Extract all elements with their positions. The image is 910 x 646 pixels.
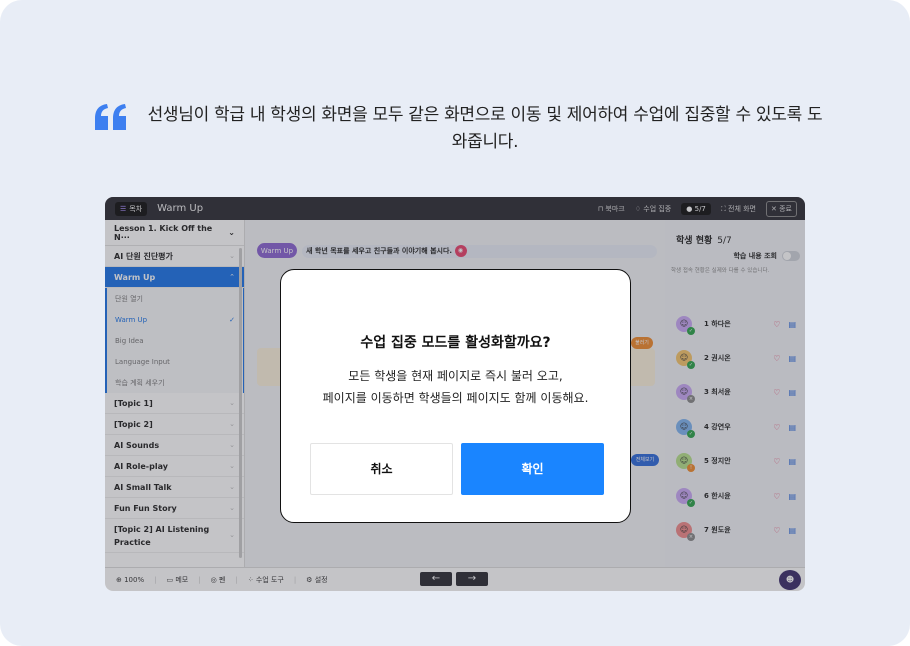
confirm-button[interactable]: 확인 [461,443,604,495]
feature-description: 선생님이 학급 내 학생의 화면을 모두 같은 화면으로 이동 및 제어하여 수… [147,105,823,152]
dialog-title: 수업 집중 모드를 활성화할까요? [360,335,551,351]
dialog-body-line2: 페이지를 이동하면 학생들의 페이지도 함께 이동해요. [322,391,589,405]
dialog-body: 모든 학생을 현재 페이지로 즉시 불러 오고, 페이지를 이동하면 학생들의 … [281,365,630,409]
focus-mode-dialog: 수업 집중 모드를 활성화할까요? 모든 학생을 현재 페이지로 즉시 불러 오… [280,269,631,523]
quote-icon [95,104,126,130]
cancel-button[interactable]: 취소 [310,443,453,495]
feature-card: 선생님이 학급 내 학생의 화면을 모두 같은 화면으로 이동 및 제어하여 수… [0,0,910,646]
dialog-body-line1: 모든 학생을 현재 페이지로 즉시 불러 오고, [348,369,563,383]
